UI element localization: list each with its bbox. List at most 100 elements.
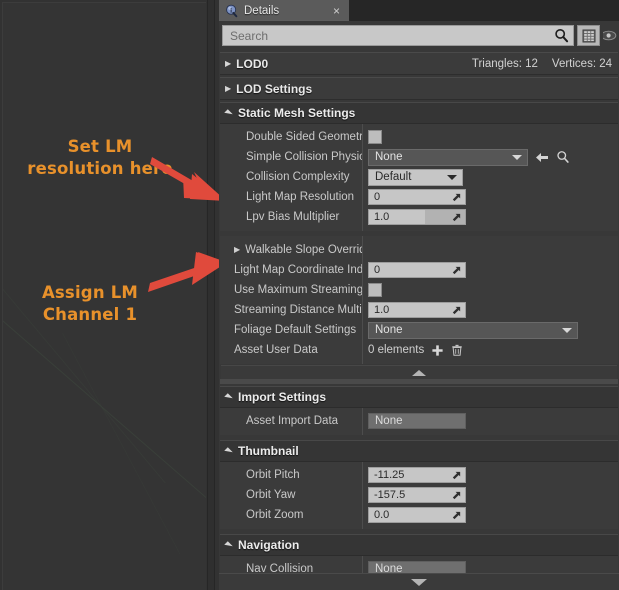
light-map-coordinate-index-input[interactable]: 0 [368, 262, 466, 278]
triangles-count: Triangles: 12 [471, 57, 538, 70]
property-label-group: ▶ Walkable Slope Override [220, 244, 362, 256]
category-title: Import Settings [238, 390, 327, 404]
row-orbit-zoom: Orbit Zoom 0.0 [220, 505, 618, 525]
double-sided-geometry-checkbox[interactable] [368, 130, 382, 144]
chevron-right-icon: ▶ [234, 245, 241, 254]
orbit-pitch-input[interactable]: -11.25 [368, 467, 466, 483]
drag-resize-icon[interactable] [451, 212, 462, 223]
search-row: Search [219, 21, 619, 50]
lod0-stats: Triangles: 12 Vertices: 24 [472, 58, 612, 70]
annotation-note-lightmap-resolution: Set LM resolution here [27, 137, 173, 178]
category-header[interactable]: Static Mesh Settings [220, 102, 618, 124]
property-value: 0 elements [362, 344, 618, 357]
row-simple-collision-physical: Simple Collision Physical None [220, 147, 618, 167]
input-value: 1.0 [374, 304, 390, 316]
section-lod-settings[interactable]: ▶ LOD Settings [220, 77, 618, 100]
row-use-maximum-streaming: Use Maximum Streaming [220, 280, 618, 300]
drag-resize-icon[interactable] [451, 490, 462, 501]
tab-label: Details [244, 4, 280, 17]
property-label: Simple Collision Physical [246, 151, 362, 163]
category-title: Static Mesh Settings [238, 106, 356, 120]
annotation-note-lightmap-channel: Assign LM Channel 1 [41, 283, 139, 324]
property-label: Light Map Coordinate Inde [234, 264, 362, 276]
streaming-distance-multiplier-input[interactable]: 1.0 [368, 302, 466, 318]
combo-value: Default [375, 171, 412, 183]
row-asset-user-data: Asset User Data 0 elements [220, 340, 618, 360]
property-value [362, 130, 618, 144]
property-value: 0 [362, 189, 618, 205]
drag-resize-icon[interactable] [451, 305, 462, 316]
elements-count: 0 elements [368, 344, 425, 356]
property-label: Lpv Bias Multiplier [246, 211, 340, 223]
category-header[interactable]: Import Settings [220, 386, 618, 408]
search-icon[interactable] [554, 28, 569, 43]
grid-view-icon[interactable] [577, 25, 600, 46]
use-maximum-streaming-checkbox[interactable] [368, 283, 382, 297]
category-title: Navigation [238, 538, 300, 552]
section-lod0[interactable]: ▶ LOD0 Triangles: 12 Vertices: 24 [220, 52, 618, 75]
category-thumbnail: Thumbnail Orbit Pitch -11.25 Orbit Yaw -… [220, 440, 618, 529]
property-label: Orbit Pitch [246, 469, 300, 481]
orbit-zoom-input[interactable]: 0.0 [368, 507, 466, 523]
chevron-right-icon: ▶ [225, 58, 232, 68]
drag-resize-icon[interactable] [451, 265, 462, 276]
row-asset-import-data: Asset Import Data None [220, 411, 618, 431]
plus-icon[interactable] [431, 344, 444, 357]
chevron-down-icon [447, 174, 457, 180]
chevron-down-icon [224, 392, 233, 402]
vertices-count: Vertices: 24 [551, 57, 612, 70]
drag-resize-icon[interactable] [451, 470, 462, 481]
trash-icon[interactable] [451, 344, 463, 357]
property-value: 0.0 [362, 507, 618, 523]
input-value: -11.25 [374, 469, 405, 481]
expand-section-down-button[interactable] [219, 573, 619, 590]
chevron-down-icon [224, 540, 233, 550]
property-label: Collision Complexity [246, 171, 350, 183]
property-value: None [362, 148, 618, 166]
row-walkable-slope-override[interactable]: ▶ Walkable Slope Override [220, 240, 618, 260]
simple-collision-physical-combo[interactable]: None [368, 148, 528, 166]
property-label: Streaming Distance Multi [234, 304, 362, 316]
category-header[interactable]: Navigation [220, 534, 618, 556]
chevron-down-icon [224, 108, 233, 118]
panel-splitter[interactable] [207, 0, 215, 590]
orbit-yaw-input[interactable]: -157.5 [368, 487, 466, 503]
lpv-bias-multiplier-input[interactable]: 1.0 [368, 209, 466, 225]
category-body: ▶ Walkable Slope Override Light Map Coor… [220, 236, 618, 364]
close-icon[interactable]: × [333, 5, 340, 17]
drag-resize-icon[interactable] [451, 510, 462, 521]
row-streaming-distance-multiplier: Streaming Distance Multi 1.0 [220, 300, 618, 320]
collapse-section-up-button[interactable] [221, 365, 617, 379]
property-label: Asset Import Data [246, 415, 339, 427]
eye-icon[interactable] [603, 25, 619, 46]
section-title: LOD Settings [236, 81, 313, 96]
asset-import-data-field[interactable]: None [368, 413, 466, 429]
section-title: LOD0 [236, 56, 269, 71]
property-value [362, 283, 618, 297]
collision-complexity-combo[interactable]: Default [368, 168, 463, 186]
triangle-down-icon [411, 578, 427, 586]
category-import-settings: Import Settings Asset Import Data None [220, 386, 618, 435]
input-value: 0.0 [374, 509, 390, 521]
category-header[interactable]: Thumbnail [220, 440, 618, 462]
back-arrow-icon[interactable] [535, 151, 549, 164]
grid-line [62, 333, 181, 555]
chevron-down-icon [512, 154, 522, 160]
property-label: Asset User Data [234, 344, 318, 356]
search-input[interactable]: Search [222, 25, 574, 46]
tab-details[interactable]: i Details × [219, 0, 349, 21]
drag-resize-icon[interactable] [451, 192, 462, 203]
property-value: -157.5 [362, 487, 618, 503]
category-static-mesh-settings: Static Mesh Settings Double Sided Geomet… [220, 102, 618, 231]
property-label: Walkable Slope Override [245, 244, 362, 256]
property-label: Foliage Default Settings [234, 324, 357, 336]
svg-text:i: i [230, 8, 232, 14]
row-foliage-default-settings: Foliage Default Settings None [220, 320, 618, 340]
section-separator [220, 379, 618, 384]
category-body: Asset Import Data None [220, 408, 618, 435]
chevron-down-icon [562, 327, 572, 333]
foliage-default-settings-combo[interactable]: None [368, 321, 578, 339]
light-map-resolution-input[interactable]: 0 [368, 189, 466, 205]
property-value: 1.0 [362, 209, 618, 225]
browse-icon[interactable] [556, 150, 570, 164]
